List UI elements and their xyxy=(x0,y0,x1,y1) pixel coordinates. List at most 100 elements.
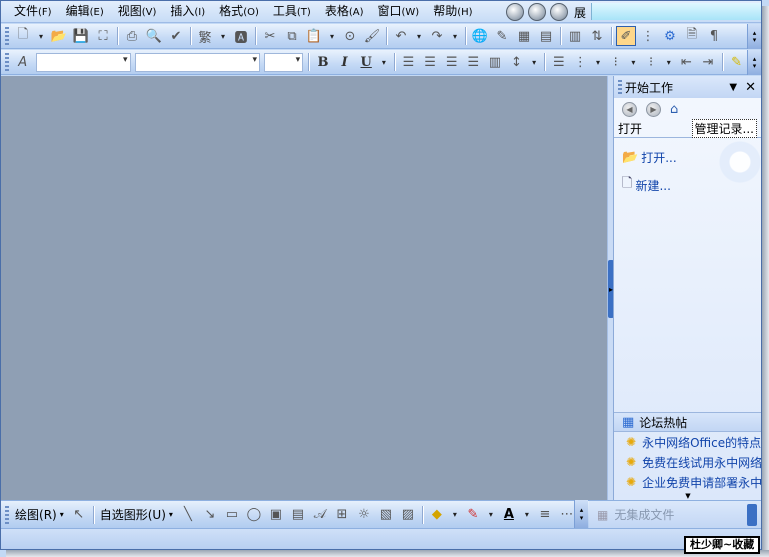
toolbar-grip[interactable] xyxy=(5,27,9,45)
bullets-icon[interactable]: ⁝ xyxy=(606,52,626,72)
line-spacing-icon[interactable]: ↕ xyxy=(507,52,527,72)
forum-post[interactable]: ✺ 企业免费申请部署永中网络Office xyxy=(614,472,761,492)
manage-records-link[interactable]: 管理记录... xyxy=(691,119,757,138)
chevron-down-icon[interactable]: ▾ xyxy=(326,26,338,46)
chevron-down-icon[interactable]: ▾ xyxy=(217,26,229,46)
rectangle-icon[interactable]: ▭ xyxy=(222,505,242,525)
pane-grip[interactable] xyxy=(618,80,622,94)
toolbar-grip[interactable] xyxy=(5,53,9,71)
chevron-down-icon[interactable]: ▾ xyxy=(628,52,640,72)
text-box-icon[interactable]: ▣ xyxy=(266,505,286,525)
menu-help[interactable]: 帮助(H) xyxy=(426,1,479,23)
font-color-icon[interactable]: A xyxy=(499,505,519,525)
text-box-icon[interactable]: 🅰 xyxy=(231,26,251,46)
columns-icon[interactable]: ▥ xyxy=(565,26,585,46)
align-justify-icon[interactable]: ☰ xyxy=(399,52,419,72)
quick-button-1[interactable] xyxy=(506,3,524,21)
format-painter-icon[interactable]: 🖌 xyxy=(362,26,382,46)
wordart-icon[interactable]: 𝒜 xyxy=(310,505,330,525)
redo-icon[interactable]: ↷ xyxy=(427,26,447,46)
ellipse-icon[interactable]: ◯ xyxy=(244,505,264,525)
line-color-icon[interactable]: ✎ xyxy=(463,505,483,525)
chevron-down-icon[interactable]: ▾ xyxy=(169,510,173,519)
print-icon[interactable]: ⎙ xyxy=(122,26,142,46)
italic-button[interactable]: I xyxy=(335,52,355,72)
scroll-down-icon[interactable]: ▼ xyxy=(614,492,761,500)
picture-icon[interactable]: ▧ xyxy=(376,505,396,525)
spreadsheet-icon[interactable]: ▤ xyxy=(536,26,556,46)
chevron-down-icon[interactable]: ▾ xyxy=(35,26,47,46)
document-icon[interactable]: 🗎 xyxy=(682,26,702,46)
traditional-chinese-icon[interactable]: 繁 xyxy=(195,26,215,46)
forum-post[interactable]: ✺ 永中网络Office的特点 xyxy=(614,432,761,452)
chevron-down-icon[interactable]: ▾ xyxy=(413,26,425,46)
save-icon[interactable]: 💾 xyxy=(71,26,91,46)
menu-table[interactable]: 表格(A) xyxy=(318,1,371,23)
fill-color-icon[interactable]: ◆ xyxy=(427,505,447,525)
document-map-icon[interactable]: ⋮ xyxy=(638,26,658,46)
align-left-icon[interactable]: ☰ xyxy=(420,52,440,72)
font-combo[interactable] xyxy=(134,52,260,72)
line-style-icon[interactable]: ≡ xyxy=(535,505,555,525)
chevron-down-icon[interactable]: ▾ xyxy=(663,52,675,72)
home-icon[interactable]: ⌂ xyxy=(670,102,678,117)
table-icon[interactable]: ▦ xyxy=(514,26,534,46)
menu-file[interactable]: 文件(F) xyxy=(7,1,59,23)
chart-icon[interactable]: ▨ xyxy=(398,505,418,525)
hyperlink-icon[interactable]: 🌐 xyxy=(470,26,490,46)
paste-special-icon[interactable]: ⊙ xyxy=(340,26,360,46)
menu-edit[interactable]: 编辑(E) xyxy=(59,1,111,23)
line-icon[interactable]: ╲ xyxy=(178,505,198,525)
select-pointer-icon[interactable]: ↖ xyxy=(69,505,89,525)
chevron-down-icon[interactable]: ▾ xyxy=(449,26,461,46)
chevron-down-icon[interactable]: ▾ xyxy=(521,505,533,525)
paste-icon[interactable]: 📋 xyxy=(304,26,324,46)
style-combo[interactable] xyxy=(35,52,131,72)
settings-icon[interactable]: ⚙ xyxy=(660,26,680,46)
font-size-combo[interactable] xyxy=(263,52,304,72)
multilevel-list-icon[interactable]: ⁝ xyxy=(641,52,661,72)
chevron-down-icon[interactable]: ▾ xyxy=(378,52,390,72)
menu-window[interactable]: 窗口(W) xyxy=(370,1,426,23)
menu-view[interactable]: 视图(V) xyxy=(111,1,164,23)
undo-icon[interactable]: ↶ xyxy=(391,26,411,46)
new-document-icon[interactable]: 🗋 xyxy=(13,26,33,46)
toolbar-overflow[interactable]: ▴ ▾ xyxy=(747,24,761,49)
document-area[interactable] xyxy=(1,76,607,500)
toolbar-overflow[interactable]: ▴ ▾ xyxy=(574,500,588,528)
highlight-icon[interactable]: ✎ xyxy=(727,52,747,72)
forward-icon[interactable]: ▶ xyxy=(646,101,661,117)
diagram-icon[interactable]: ⊞ xyxy=(332,505,352,525)
spell-check-icon[interactable]: ✔ xyxy=(166,26,186,46)
vertical-text-box-icon[interactable]: ▤ xyxy=(288,505,308,525)
numbering-icon[interactable]: ⋮ xyxy=(571,52,591,72)
forum-post[interactable]: ✺ 免费在线试用永中网络Office xyxy=(614,452,761,472)
quick-button-3[interactable] xyxy=(550,3,568,21)
chevron-down-icon[interactable]: ▾ xyxy=(528,52,540,72)
arrow-icon[interactable]: ↘ xyxy=(200,505,220,525)
chevron-down-icon[interactable]: ▾ xyxy=(592,52,604,72)
quick-button-2[interactable] xyxy=(528,3,546,21)
draw-mode-icon[interactable]: ✐ xyxy=(616,26,636,46)
bold-button[interactable]: B xyxy=(313,52,333,72)
open-folder-icon[interactable]: 📂 xyxy=(49,26,69,46)
align-right-icon[interactable]: ☰ xyxy=(463,52,483,72)
style-icon[interactable]: A xyxy=(13,52,33,72)
decrease-indent-icon[interactable]: ⇤ xyxy=(677,52,697,72)
menu-insert[interactable]: 插入(I) xyxy=(163,1,212,23)
align-center-icon[interactable]: ☰ xyxy=(442,52,462,72)
toolbar-grip[interactable] xyxy=(5,505,9,524)
autoshape-menu-button[interactable]: 自选图形(U) xyxy=(97,506,169,523)
paragraph-icon[interactable]: ☰ xyxy=(549,52,569,72)
permission-icon[interactable]: ⛶ xyxy=(93,26,113,46)
pilcrow-icon[interactable]: ¶ xyxy=(704,26,724,46)
draw-menu-button[interactable]: 绘图(R) xyxy=(12,506,60,523)
menu-format[interactable]: 格式(O) xyxy=(212,1,266,23)
menu-tools[interactable]: 工具(T) xyxy=(266,1,318,23)
print-preview-icon[interactable]: 🔍 xyxy=(144,26,164,46)
toolbar-overflow[interactable]: ▴ ▾ xyxy=(747,50,761,75)
back-icon[interactable]: ◀ xyxy=(622,101,637,117)
text-direction-icon[interactable]: ⇅ xyxy=(587,26,607,46)
copy-icon[interactable]: ⧉ xyxy=(282,26,302,46)
chevron-down-icon[interactable]: ▾ xyxy=(60,510,64,519)
